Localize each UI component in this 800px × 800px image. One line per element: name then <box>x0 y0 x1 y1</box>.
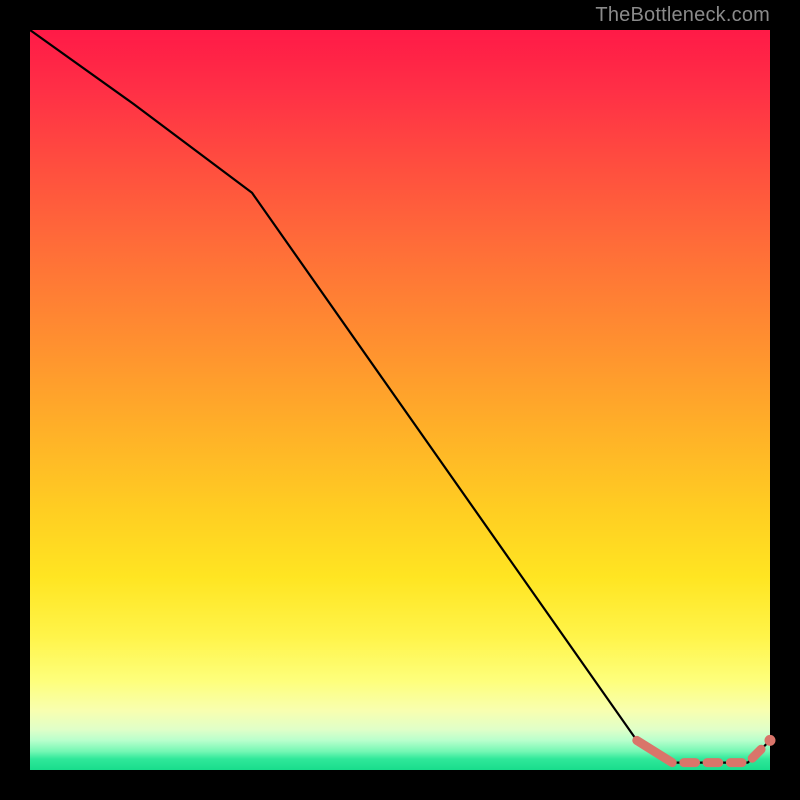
highlight-dash-segment <box>637 740 672 762</box>
bottleneck-curve-line <box>30 30 770 763</box>
highlight-dash-group <box>637 740 761 762</box>
highlight-dash-segment <box>752 749 761 758</box>
chart-frame: TheBottleneck.com <box>0 0 800 800</box>
watermark-text: TheBottleneck.com <box>595 4 770 27</box>
end-marker-dot <box>765 735 776 746</box>
chart-svg <box>30 30 770 770</box>
plot-area <box>30 30 770 770</box>
